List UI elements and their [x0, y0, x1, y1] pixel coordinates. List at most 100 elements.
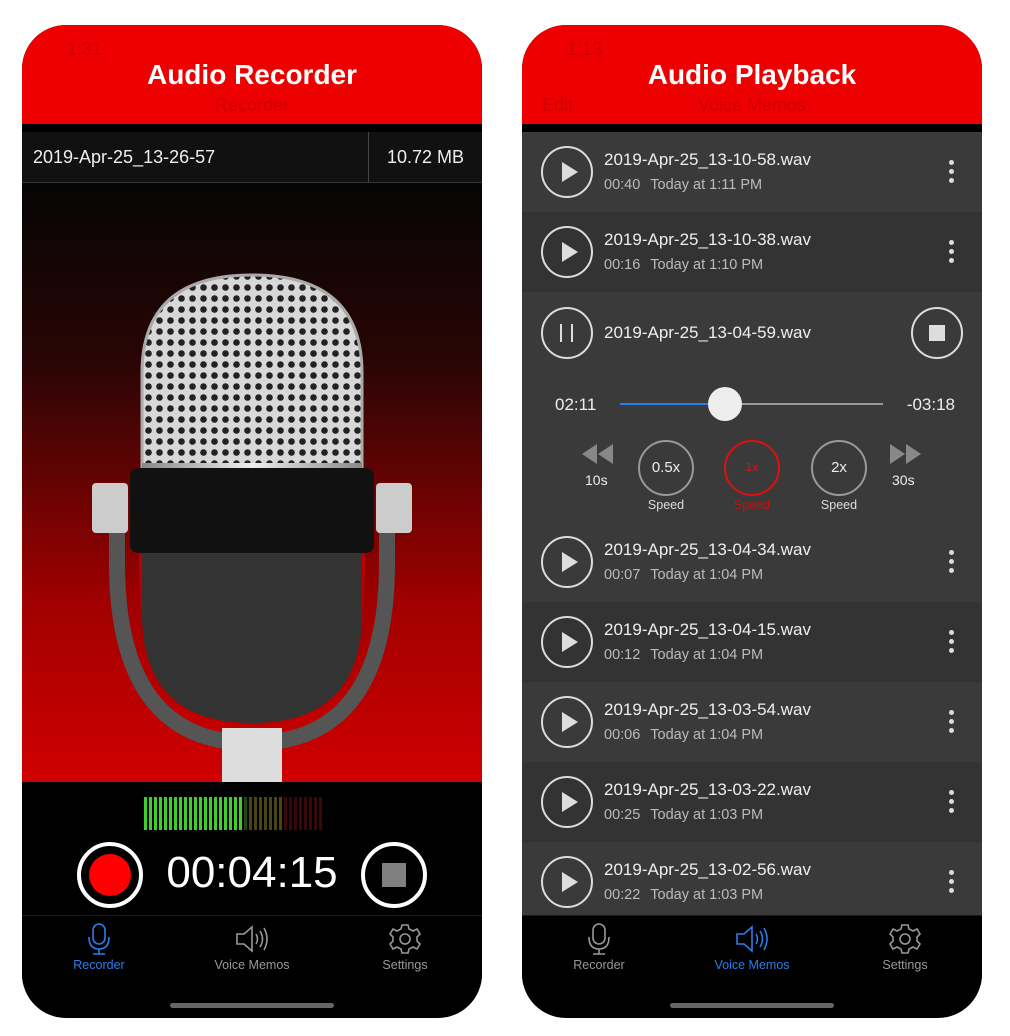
recording-name: 2019-Apr-25_13-03-22.wav [604, 780, 811, 799]
recording-name: 2019-Apr-25_13-04-34.wav [604, 540, 811, 559]
meter-bar [154, 797, 157, 830]
gear-icon [845, 922, 965, 956]
recording-date: Today at 1:04 PM [650, 647, 764, 663]
nav-title: Recorder [214, 95, 290, 115]
speed-button-0.5x[interactable]: 0.5x Speed [638, 440, 694, 515]
tab-label: Settings [882, 958, 928, 972]
play-button[interactable] [541, 146, 593, 198]
meter-bar [189, 797, 192, 830]
meter-bar [194, 797, 197, 830]
speed-label: Speed [733, 498, 771, 512]
meter-bar [169, 797, 172, 830]
play-button[interactable] [541, 856, 593, 908]
recordings-list: 2019-Apr-25_13-04-59.wav 02:11 -03:18 10… [522, 132, 982, 922]
rewind-label: 10s [585, 472, 608, 488]
recording-date: Today at 1:04 PM [650, 727, 764, 743]
tab-recorder[interactable]: Recorder [39, 922, 159, 972]
recording-duration: 00:06 [604, 727, 641, 743]
recording-meta: 00:40 Today at 1:11 PM [604, 177, 762, 193]
tab-label: Voice Memos [714, 958, 790, 972]
speed-value: 1x [724, 440, 780, 496]
speed-button-1x[interactable]: 1x Speed [724, 440, 780, 515]
recording-duration: 00:25 [604, 807, 641, 823]
meter-bar [294, 797, 297, 830]
recording-meta: 00:12 Today at 1:04 PM [604, 647, 763, 663]
more-options-button[interactable] [949, 240, 954, 267]
stop-button[interactable] [361, 842, 427, 908]
more-icon [949, 160, 954, 183]
rewind-button[interactable]: 10s [580, 442, 616, 494]
speed-button-2x[interactable]: 2x Speed [811, 440, 867, 515]
expanded-recording: 2019-Apr-25_13-04-59.wav 02:11 -03:18 10… [522, 292, 982, 522]
recording-duration: 00:12 [604, 647, 641, 663]
tab-label: Recorder [573, 958, 625, 972]
meter-bar [289, 797, 292, 830]
more-options-button[interactable] [949, 710, 954, 737]
recording-row[interactable]: 2019-Apr-25_13-04-15.wav 00:12 Today at 1:… [522, 602, 982, 682]
play-icon [562, 242, 578, 262]
tab-recorder[interactable]: Recorder [539, 922, 659, 972]
meter-bar [259, 797, 262, 830]
meter-bar [149, 797, 152, 830]
recording-duration: 00:22 [604, 887, 641, 903]
recording-info-bar: 2019-Apr-25_13-26-57 10.72 MB [22, 132, 482, 183]
speed-value: 0.5x [638, 440, 694, 496]
meter-bar [314, 797, 317, 830]
playback-slider[interactable] [620, 387, 883, 421]
meter-bar [144, 797, 147, 830]
meter-bar [244, 797, 247, 830]
meter-bar [249, 797, 252, 830]
speaker-icon [692, 922, 812, 956]
recording-row[interactable]: 2019-Apr-25_13-10-38.wav 00:16 Today at 1:… [522, 212, 982, 292]
recording-row[interactable]: 2019-Apr-25_13-10-58.wav 00:40 Today at 1:… [522, 132, 982, 212]
meter-bar [199, 797, 202, 830]
tab-settings[interactable]: Settings [345, 922, 465, 972]
recording-row[interactable]: 2019-Apr-25_13-02-56.wav 00:22 Today at 1:… [522, 842, 982, 922]
stop-icon [929, 325, 945, 341]
tab-label: Recorder [73, 958, 125, 972]
more-options-button[interactable] [949, 870, 954, 897]
meter-bar [174, 797, 177, 830]
play-button[interactable] [541, 776, 593, 828]
more-options-button[interactable] [949, 790, 954, 817]
more-options-button[interactable] [949, 160, 954, 187]
forward-label: 30s [892, 472, 915, 488]
elapsed-time: 02:11 [555, 395, 597, 414]
status-time: 1:13 [567, 39, 603, 59]
more-options-button[interactable] [949, 630, 954, 657]
recording-row[interactable]: 2019-Apr-25_13-03-54.wav 00:06 Today at 1:… [522, 682, 982, 762]
recording-row[interactable]: 2019-Apr-25_13-03-22.wav 00:25 Today at 1:… [522, 762, 982, 842]
meter-bar [224, 797, 227, 830]
gear-icon [345, 922, 465, 956]
more-options-button[interactable] [949, 550, 954, 577]
status-time: 1:31 [67, 39, 103, 59]
meter-bar [264, 797, 267, 830]
recording-date: Today at 1:03 PM [650, 887, 764, 903]
page-title: Audio Recorder [146, 59, 358, 90]
play-button[interactable] [541, 226, 593, 278]
meter-bar [269, 797, 272, 830]
pause-button[interactable] [541, 307, 593, 359]
tab-voice-memos[interactable]: Voice Memos [692, 922, 812, 972]
slider-thumb[interactable] [708, 387, 743, 421]
play-button[interactable] [541, 616, 593, 668]
stop-button[interactable] [911, 307, 963, 359]
tab-voice-memos[interactable]: Voice Memos [192, 922, 312, 972]
tab-settings[interactable]: Settings [845, 922, 965, 972]
play-button[interactable] [541, 696, 593, 748]
forward-icon [890, 444, 921, 464]
meter-bar [309, 797, 312, 830]
forward-button[interactable]: 30s [888, 442, 924, 494]
recording-name: 2019-Apr-25_13-03-54.wav [604, 700, 811, 719]
meter-bar [304, 797, 307, 830]
play-button[interactable] [541, 536, 593, 588]
recording-meta: 00:07 Today at 1:04 PM [604, 567, 763, 583]
recording-meta: 00:16 Today at 1:10 PM [604, 257, 763, 273]
level-meter [144, 797, 322, 830]
meter-bar [234, 797, 237, 830]
meter-bar [299, 797, 302, 830]
recording-row[interactable]: 2019-Apr-25_13-04-34.wav 00:07 Today at 1:… [522, 522, 982, 602]
stop-icon [382, 863, 406, 887]
meter-bar [214, 797, 217, 830]
recording-meta: 00:25 Today at 1:03 PM [604, 807, 763, 823]
